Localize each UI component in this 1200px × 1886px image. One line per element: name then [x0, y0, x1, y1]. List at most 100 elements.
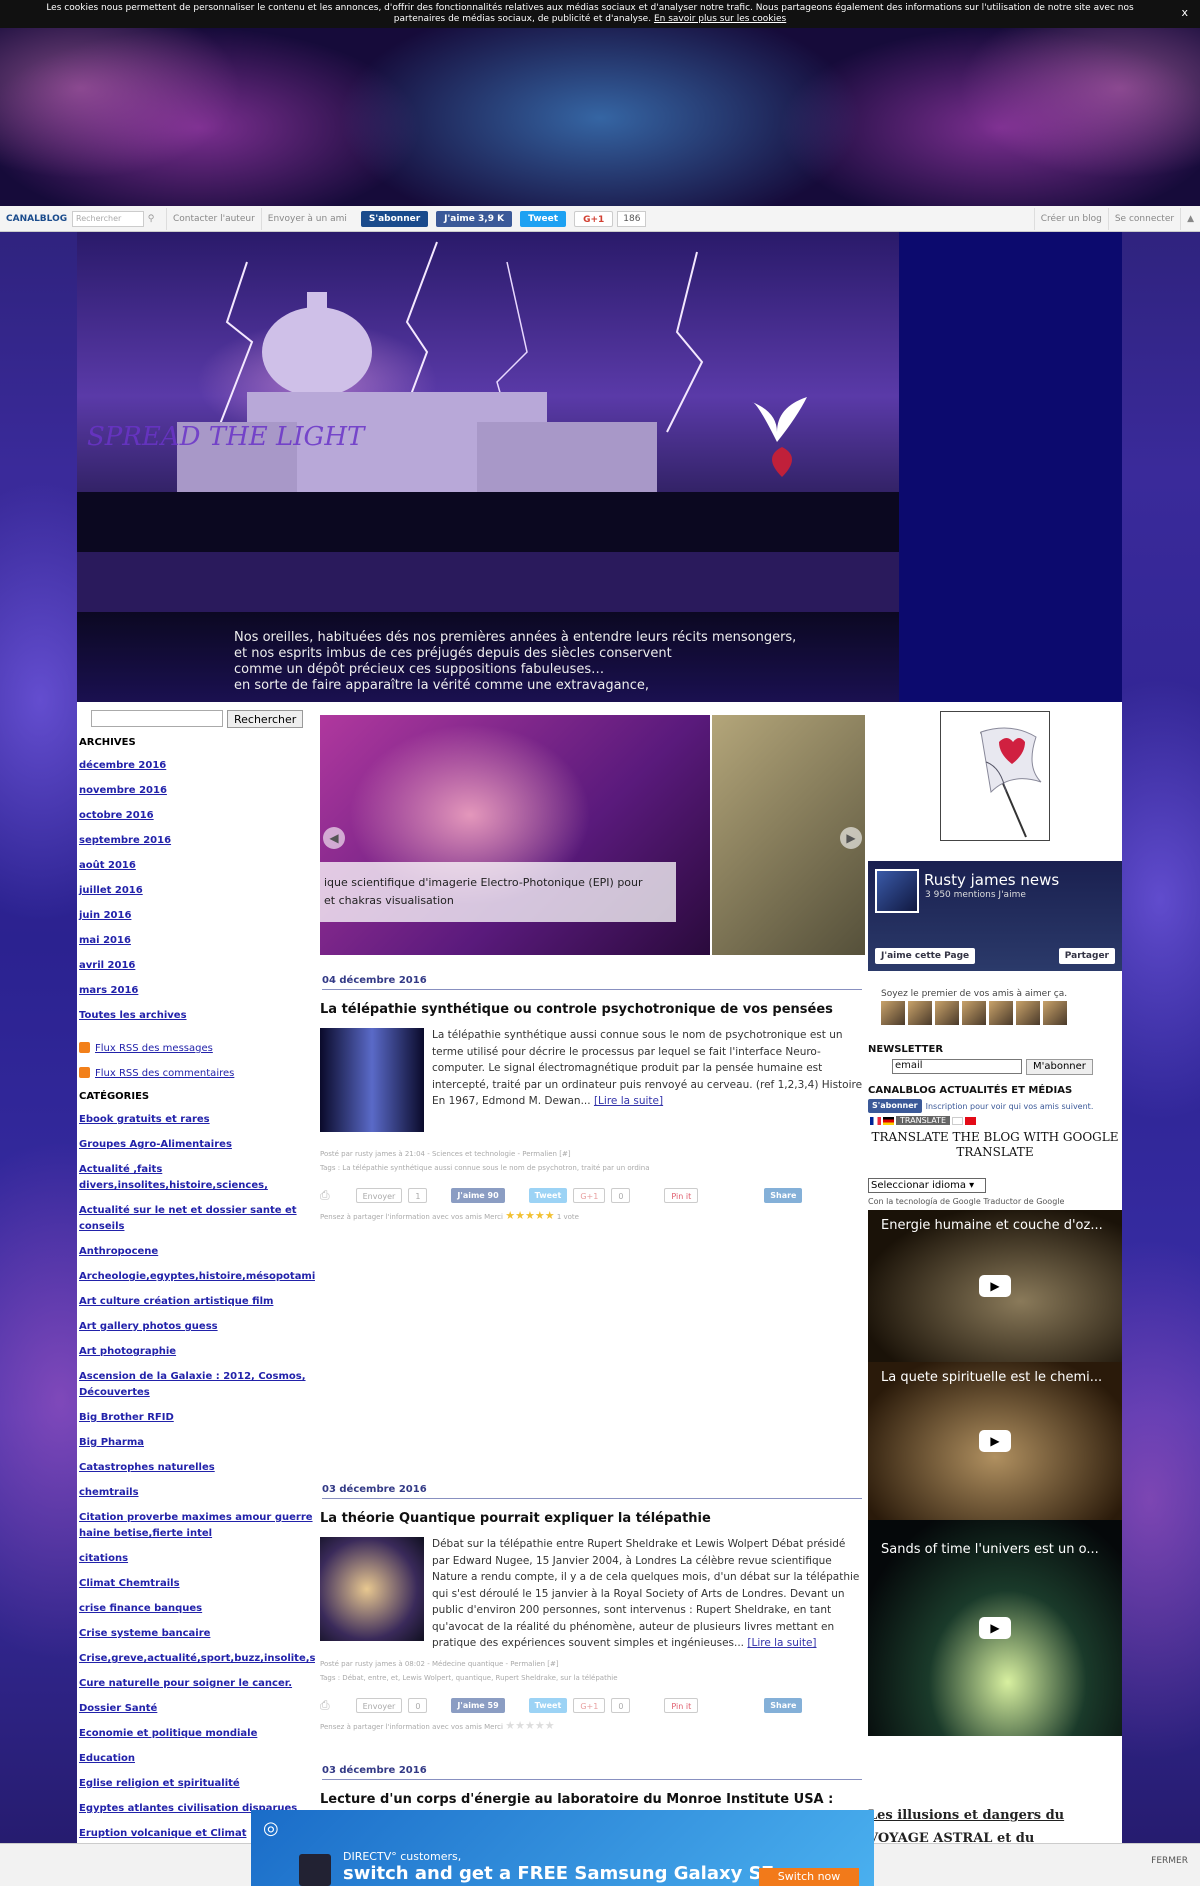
- german-flag-icon[interactable]: [883, 1116, 894, 1125]
- rss-messages-link[interactable]: Flux RSS des messages: [79, 1042, 213, 1054]
- linkedin-share-button[interactable]: Share: [764, 1187, 803, 1203]
- post-thumbnail[interactable]: [320, 1028, 424, 1132]
- pinterest-button[interactable]: Pin it: [664, 1697, 699, 1713]
- star-icon[interactable]: ★: [545, 1719, 555, 1732]
- toolbar-subscribe-button[interactable]: S'abonner: [360, 210, 429, 227]
- read-more-link[interactable]: [Lire la suite]: [594, 1095, 663, 1107]
- category-link[interactable]: Citation proverbe maximes amour guerre h…: [79, 1510, 315, 1542]
- tweet-button[interactable]: Tweet: [528, 1187, 568, 1203]
- category-link[interactable]: Groupes Agro-Alimentaires: [79, 1137, 315, 1153]
- facebook-page-widget[interactable]: Rusty james news 3 950 mentions J'aime J…: [868, 861, 1122, 971]
- slider-prev-arrow-icon[interactable]: ◀: [323, 827, 345, 849]
- advertisement-banner[interactable]: ◎ DIRECTV° customers, switch and get a F…: [251, 1810, 874, 1886]
- category-link[interactable]: Ebook gratuits et rares: [79, 1112, 315, 1128]
- ad-cta-button[interactable]: Switch now: [759, 1868, 859, 1886]
- category-link[interactable]: Ascension de la Galaxie : 2012, Cosmos, …: [79, 1369, 315, 1401]
- canalblog-logo[interactable]: CANALBLOG: [0, 214, 72, 224]
- avatar[interactable]: [935, 1001, 959, 1025]
- category-link[interactable]: Art photographie: [79, 1344, 315, 1360]
- avatar[interactable]: [962, 1001, 986, 1025]
- category-link[interactable]: Anthropocene: [79, 1244, 315, 1260]
- send-friend-link[interactable]: Envoyer à un ami: [260, 207, 353, 230]
- category-link[interactable]: Art culture création artistique film: [79, 1294, 315, 1310]
- category-link[interactable]: Big Brother RFID: [79, 1410, 315, 1426]
- post-title[interactable]: La télépathie synthétique ou controle ps…: [320, 1002, 833, 1017]
- scroll-up-icon[interactable]: ▲: [1180, 207, 1200, 230]
- facebook-like-button[interactable]: J'aime 59: [451, 1697, 505, 1713]
- sidebar-search-input[interactable]: [91, 710, 223, 727]
- toolbar-like-button[interactable]: J'aime 3,9 K: [436, 210, 513, 227]
- star-icon[interactable]: ★: [535, 1719, 545, 1732]
- category-link[interactable]: Crise,greve,actualité,sport,buzz,insolit…: [79, 1651, 315, 1667]
- category-link[interactable]: Eglise religion et spiritualité: [79, 1776, 315, 1792]
- category-link[interactable]: Catastrophes naturelles: [79, 1460, 315, 1476]
- archive-link[interactable]: octobre 2016: [79, 808, 315, 824]
- gplus-button[interactable]: G+1: [573, 1697, 606, 1713]
- print-icon[interactable]: ⎙: [320, 1188, 330, 1203]
- category-link[interactable]: Art gallery photos guess: [79, 1319, 315, 1335]
- newsletter-email-field[interactable]: email: [892, 1059, 1022, 1074]
- category-link[interactable]: chemtrails: [79, 1485, 315, 1501]
- star-icon[interactable]: ★: [505, 1719, 515, 1732]
- facebook-page-name[interactable]: Rusty james news: [924, 871, 1059, 889]
- sidebar-search-button[interactable]: Rechercher: [227, 710, 304, 728]
- video-embed[interactable]: La quete spirituelle est le chemi... ▶: [868, 1362, 1122, 1520]
- archive-link[interactable]: décembre 2016: [79, 758, 315, 774]
- avatar[interactable]: [908, 1001, 932, 1025]
- pinterest-button[interactable]: Pin it: [664, 1187, 699, 1203]
- canalblog-subscribe-button[interactable]: S'abonner: [868, 1099, 922, 1113]
- close-ad-button[interactable]: FERMER: [1151, 1856, 1188, 1866]
- category-link[interactable]: Economie et politique mondiale: [79, 1726, 315, 1742]
- facebook-page-like-button[interactable]: J'aime cette Page: [875, 948, 976, 964]
- avatar[interactable]: [1016, 1001, 1040, 1025]
- play-icon[interactable]: ▶: [979, 1430, 1011, 1452]
- flag-heart-image[interactable]: [940, 711, 1050, 841]
- login-link[interactable]: Se connecter: [1107, 207, 1180, 230]
- star-icon[interactable]: ★: [515, 1719, 525, 1732]
- archive-link[interactable]: avril 2016: [79, 958, 315, 974]
- tweet-button[interactable]: Tweet: [528, 1697, 568, 1713]
- star-icon[interactable]: ★: [535, 1209, 545, 1222]
- all-archives-link[interactable]: Toutes les archives: [79, 1008, 315, 1024]
- category-link[interactable]: Actualité ,faits divers,insolites,histoi…: [79, 1162, 315, 1194]
- cookie-close-button[interactable]: x: [1181, 7, 1188, 18]
- category-link[interactable]: Crise systeme bancaire: [79, 1626, 315, 1642]
- star-icon[interactable]: ★: [505, 1209, 515, 1222]
- header-image[interactable]: SPREAD THE LIGHT Nos oreilles, habituées…: [77, 232, 899, 702]
- post-title[interactable]: Lecture d'un corps d'énergie au laborato…: [320, 1792, 833, 1807]
- gplus-button[interactable]: G+1: [573, 1187, 606, 1203]
- archive-link[interactable]: juillet 2016: [79, 883, 315, 899]
- star-icon[interactable]: ★: [515, 1209, 525, 1222]
- category-link[interactable]: Big Pharma: [79, 1435, 315, 1451]
- category-link[interactable]: Actualité sur le net et dossier sante et…: [79, 1203, 315, 1235]
- contact-author-link[interactable]: Contacter l'auteur: [166, 207, 261, 230]
- category-link[interactable]: Education: [79, 1751, 315, 1767]
- rss-comments-link[interactable]: Flux RSS des commentaires: [79, 1067, 234, 1079]
- facebook-like-button[interactable]: J'aime 90: [451, 1187, 505, 1203]
- print-icon[interactable]: ⎙: [320, 1698, 330, 1713]
- turkish-flag-icon[interactable]: [965, 1116, 977, 1125]
- category-link[interactable]: citations: [79, 1551, 315, 1567]
- archive-link[interactable]: mai 2016: [79, 933, 315, 949]
- post-thumbnail[interactable]: [320, 1537, 424, 1641]
- translate-label[interactable]: TRANSLATE: [896, 1116, 951, 1125]
- translate-flags[interactable]: TRANSLATE: [870, 1116, 977, 1125]
- avatar[interactable]: [881, 1001, 905, 1025]
- facebook-share-button[interactable]: Partager: [1058, 948, 1115, 964]
- toolbar-tweet-button[interactable]: Tweet: [520, 210, 567, 227]
- archive-link[interactable]: juin 2016: [79, 908, 315, 924]
- archive-link[interactable]: mars 2016: [79, 983, 315, 999]
- video-embed[interactable]: Sands of time l'univers est un o... ▶: [868, 1520, 1122, 1736]
- category-link[interactable]: Climat Chemtrails: [79, 1576, 315, 1592]
- archive-link[interactable]: novembre 2016: [79, 783, 315, 799]
- french-flag-icon[interactable]: [870, 1116, 881, 1125]
- video-embed[interactable]: Energie humaine et couche d'oz... ▶: [868, 1210, 1122, 1362]
- archive-link[interactable]: septembre 2016: [79, 833, 315, 849]
- post-title[interactable]: La théorie Quantique pourrait expliquer …: [320, 1511, 711, 1526]
- category-link[interactable]: Dossier Santé: [79, 1701, 315, 1717]
- linkedin-share-button[interactable]: Share: [764, 1697, 803, 1713]
- newsletter-subscribe-button[interactable]: M'abonner: [1026, 1059, 1093, 1075]
- video-title[interactable]: La quete spirituelle est le chemi...: [881, 1370, 1102, 1385]
- play-icon[interactable]: ▶: [979, 1617, 1011, 1639]
- star-icon[interactable]: ★: [525, 1209, 535, 1222]
